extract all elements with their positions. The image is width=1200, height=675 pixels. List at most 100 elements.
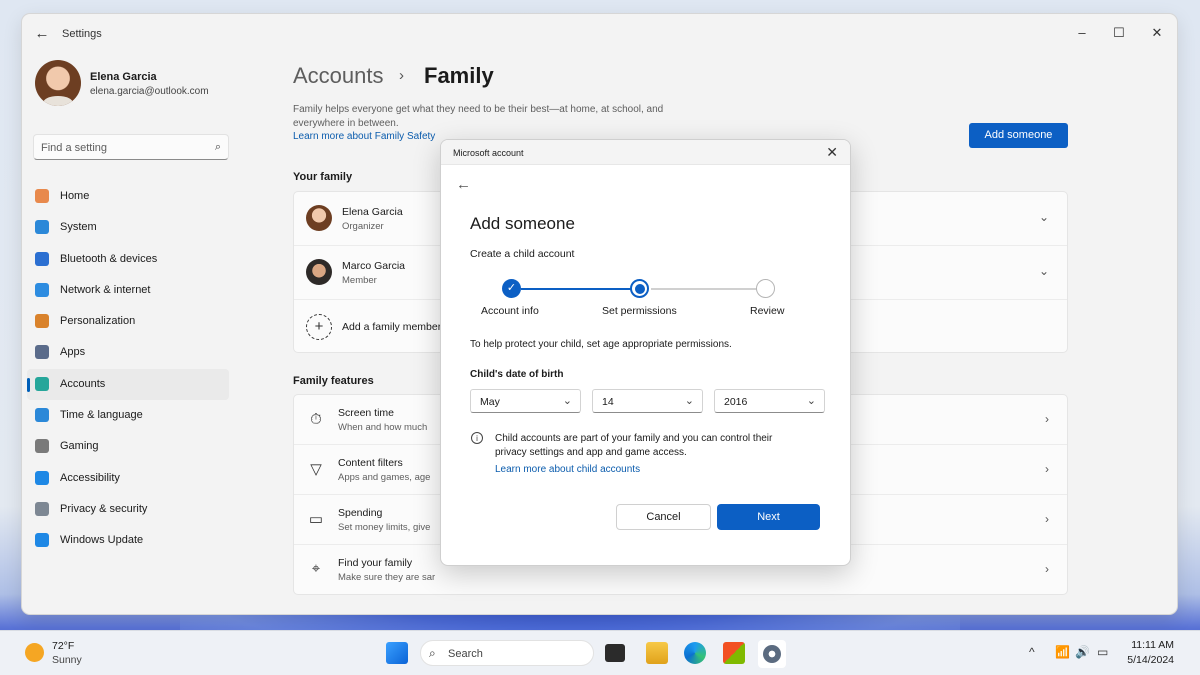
edge-browser-icon[interactable] <box>684 642 706 664</box>
dob-year-value: 2016 <box>724 396 748 408</box>
card-icon: ▭ <box>308 511 324 528</box>
shield-icon <box>35 501 49 516</box>
step-label-review: Review <box>750 305 785 317</box>
dialog-subheading: Create a child account <box>470 248 575 260</box>
next-button[interactable]: Next <box>717 504 820 530</box>
info-icon: i <box>471 432 483 444</box>
breadcrumb-accounts[interactable]: Accounts <box>293 63 384 89</box>
battery-icon[interactable]: ▭ <box>1097 645 1108 659</box>
title-bar: ← Settings – ☐ ✕ <box>22 14 1177 54</box>
file-explorer-icon[interactable] <box>646 642 668 664</box>
add-icon: + <box>306 314 332 340</box>
avatar[interactable] <box>35 60 81 106</box>
sidebar-item-accessibility[interactable]: Accessibility <box>27 463 229 494</box>
sidebar-item-label: Accounts <box>60 377 106 390</box>
dob-year-select[interactable]: 2016 ⌄ <box>714 389 825 413</box>
sidebar-item-label: Time & language <box>60 409 143 422</box>
weather-condition[interactable]: Sunny <box>52 654 82 666</box>
dob-day-select[interactable]: 14 ⌄ <box>592 389 703 413</box>
sidebar-item-network-internet[interactable]: Network & internet <box>27 275 229 306</box>
sidebar-item-label: Windows Update <box>60 534 144 547</box>
family-features-header: Family features <box>293 375 374 387</box>
chevron-right-icon[interactable]: › <box>1045 412 1049 426</box>
chevron-right-icon[interactable]: › <box>1045 562 1049 576</box>
member-name: Elena Garcia <box>342 206 403 218</box>
back-arrow-icon[interactable]: ← <box>32 24 52 44</box>
feature-subtitle: Set money limits, give <box>338 522 431 533</box>
sidebar-item-label: Gaming <box>60 440 99 453</box>
task-view-icon[interactable] <box>605 644 625 662</box>
profile-name: Elena Garcia <box>90 71 157 83</box>
feature-title: Content filters <box>338 457 403 469</box>
cancel-button[interactable]: Cancel <box>616 504 711 530</box>
sidebar-item-apps[interactable]: Apps <box>27 337 229 368</box>
sidebar-item-time-language[interactable]: Time & language <box>27 400 229 431</box>
store-icon[interactable] <box>723 642 745 664</box>
step-label-account-info: Account info <box>481 305 539 317</box>
learn-more-child-accounts-link[interactable]: Learn more about child accounts <box>495 464 640 475</box>
search-icon: ⌕ <box>429 646 436 660</box>
start-windows-icon[interactable] <box>386 642 408 664</box>
step-connector <box>651 288 757 290</box>
child-account-info-text: Child accounts are part of your family a… <box>495 433 773 458</box>
settings-taskbar-button[interactable] <box>758 640 786 668</box>
chevron-down-icon[interactable]: ⌄ <box>1039 210 1049 224</box>
update-icon <box>35 533 49 548</box>
chevron-down-icon: ⌄ <box>806 395 816 407</box>
feature-subtitle: Make sure they are sar <box>338 572 436 583</box>
add-family-member-label: Add a family member <box>342 321 442 333</box>
taskbar: 72°F Sunny ⌕ Search ^ 📶 🔊 ▭ 11:11 AM 5/1… <box>0 630 1200 675</box>
weather-sun-icon[interactable] <box>25 643 44 662</box>
volume-icon[interactable]: 🔊 <box>1075 645 1090 659</box>
sidebar-item-bluetooth-devices[interactable]: Bluetooth & devices <box>27 244 229 275</box>
chevron-right-icon[interactable]: › <box>1045 512 1049 526</box>
feature-title: Screen time <box>338 407 395 419</box>
learn-more-family-safety-link[interactable]: Learn more about Family Safety <box>293 131 435 142</box>
weather-temperature[interactable]: 72°F <box>52 640 74 652</box>
dob-month-select[interactable]: May ⌄ <box>470 389 581 413</box>
chevron-up-icon[interactable]: ^ <box>1029 645 1035 659</box>
step-connector <box>521 288 640 290</box>
sidebar-item-gaming[interactable]: Gaming <box>27 431 229 462</box>
gear-icon <box>763 645 781 663</box>
feature-title: Find your family <box>338 557 413 569</box>
sidebar-item-label: Apps <box>60 346 86 359</box>
filter-icon: ▽ <box>310 461 322 478</box>
accounts-icon <box>35 376 49 391</box>
feature-subtitle: Apps and games, age <box>338 472 431 483</box>
member-avatar <box>306 205 332 231</box>
sidebar-item-label: Home <box>60 190 90 202</box>
search-input[interactable]: Find a setting ⌕ <box>33 134 229 160</box>
maximize-button[interactable]: ☐ <box>1102 20 1136 46</box>
screen-time-icon: ⏱ <box>310 411 322 428</box>
sidebar-item-privacy-security[interactable]: Privacy & security <box>27 494 229 525</box>
taskbar-search-input[interactable]: ⌕ Search <box>420 640 594 666</box>
close-icon[interactable]: ✕ <box>826 144 838 161</box>
sidebar-item-label: Network & internet <box>60 283 151 296</box>
sidebar-item-system[interactable]: System <box>27 212 229 243</box>
sidebar-item-home[interactable]: Home <box>27 181 229 212</box>
home-icon <box>35 189 49 203</box>
back-arrow-icon[interactable]: ← <box>456 176 471 193</box>
step-current-indicator <box>630 279 649 298</box>
clock-time[interactable]: 11:11 AM <box>1131 639 1174 651</box>
step-label-set-permissions: Set permissions <box>602 305 677 317</box>
globe-icon <box>35 408 49 423</box>
page-title: Family <box>424 63 494 88</box>
search-icon[interactable]: ⌕ <box>215 141 221 154</box>
close-button[interactable]: ✕ <box>1140 20 1174 46</box>
dob-day-value: 14 <box>602 396 614 408</box>
dob-month-value: May <box>480 396 500 408</box>
sidebar-item-personalization[interactable]: Personalization <box>27 306 229 337</box>
wifi-icon[interactable]: 📶 <box>1055 645 1070 659</box>
member-name: Marco Garcia <box>342 260 406 272</box>
sidebar-item-windows-update[interactable]: Windows Update <box>27 525 229 556</box>
chevron-right-icon[interactable]: › <box>1045 462 1049 476</box>
sidebar-item-accounts[interactable]: Accounts <box>27 368 229 401</box>
clock-date[interactable]: 5/14/2024 <box>1127 654 1174 666</box>
minimize-button[interactable]: – <box>1065 20 1099 46</box>
chevron-down-icon[interactable]: ⌄ <box>1039 264 1049 278</box>
member-role: Organizer <box>342 221 384 232</box>
sidebar-nav: Home System Bluetooth & devices Network & i… <box>27 181 229 557</box>
add-someone-button[interactable]: Add someone <box>969 123 1068 148</box>
